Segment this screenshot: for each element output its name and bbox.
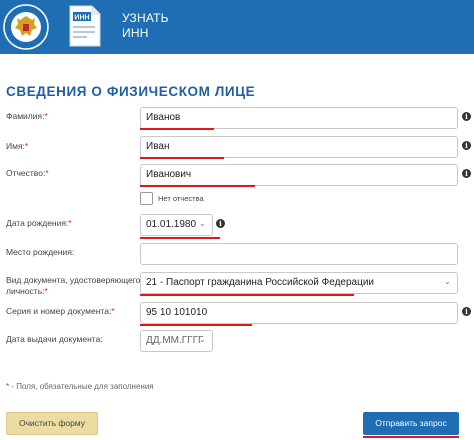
required-mark: * [68,218,72,228]
name-label: Имя:* [6,141,29,151]
inn-icon-text: ИНН [74,15,89,22]
required-mark: * [45,168,49,178]
required-mark: * [44,286,48,296]
inn-document-icon: ИНН [69,5,101,47]
birth-place-field[interactable] [140,243,458,265]
no-patronymic-label: Нет отчества [158,194,204,203]
name-highlight-underline [140,157,224,159]
required-mark: * [111,306,115,316]
doc-number-highlight-underline [140,324,252,326]
birth-date-chevron-down-icon[interactable]: ⌄ [199,219,206,228]
surname-field[interactable]: Иванов [140,107,458,129]
birth-date-highlight-underline [140,237,220,239]
name-field[interactable]: Иван [140,136,458,158]
no-patronymic-checkbox[interactable] [140,192,153,205]
tax-service-emblem-icon[interactable] [2,2,50,52]
doc-number-info-icon[interactable]: i [462,307,471,316]
surname-info-icon[interactable]: i [462,112,471,121]
doc-number-label: Серия и номер документа:* [6,306,115,316]
doc-type-label-line1: Вид документа, удостоверяющего [6,275,141,285]
birth-date-info-icon[interactable]: i [216,219,225,228]
surname-highlight-underline [140,128,214,130]
submit-highlight-underline [363,436,459,438]
doc-type-select[interactable]: 21 - Паспорт гражданина Российской Федер… [140,272,458,294]
patronymic-highlight-underline [140,185,255,187]
doc-type-chevron-down-icon[interactable]: ⌄ [444,277,451,286]
clear-form-button[interactable]: Очистить форму [6,412,98,435]
doc-type-label: Вид документа, удостоверяющего личность:… [6,275,140,297]
name-info-icon[interactable]: i [462,141,471,150]
patronymic-label: Отчество:* [6,168,49,178]
birth-date-label: Дата рождения:* [6,218,72,228]
issue-date-chevron-down-icon[interactable]: ⌄ [199,335,206,344]
doc-type-label-line2: личность:* [6,286,48,296]
issue-date-label: Дата выдачи документа: [6,334,103,344]
site-header: ИНН УЗНАТЬ ИНН [0,0,474,54]
header-title-line2: ИНН [122,26,149,40]
required-mark: * [44,111,48,121]
header-title[interactable]: УЗНАТЬ ИНН [122,11,169,41]
doc-type-highlight-underline [140,294,354,296]
required-note-text: - Поля, обязательные для заполнения [9,382,154,391]
required-fields-note: * - Поля, обязательные для заполнения [6,382,154,391]
required-mark: * [24,141,29,151]
patronymic-field[interactable]: Иванович [140,164,458,186]
submit-request-button[interactable]: Отправить запрос [363,412,459,435]
doc-number-field[interactable]: 95 10 101010 [140,302,458,324]
surname-label: Фамилия:* [6,111,48,121]
header-title-line1: УЗНАТЬ [122,11,169,25]
section-title: СВЕДЕНИЯ О ФИЗИЧЕСКОМ ЛИЦЕ [6,84,256,99]
birth-place-label: Место рождения: [6,247,75,257]
patronymic-info-icon[interactable]: i [462,169,471,178]
